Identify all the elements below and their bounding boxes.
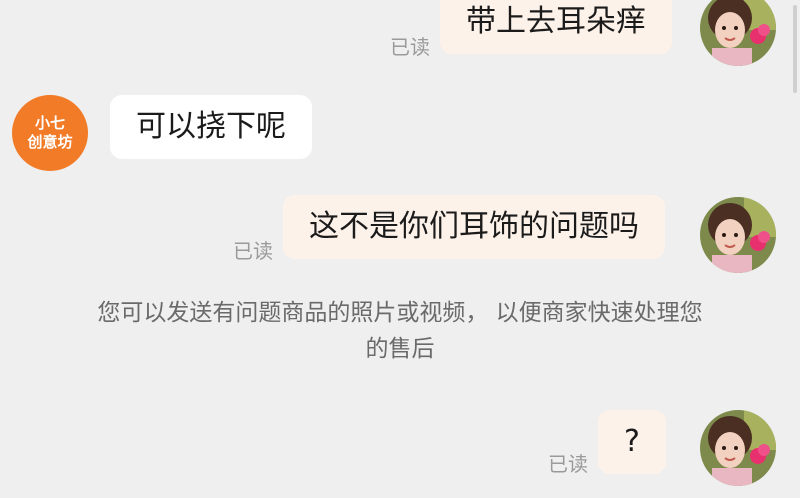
user-avatar-photo-icon — [700, 410, 776, 486]
message-bubble-outgoing[interactable]: 带上去耳朵痒 — [440, 0, 672, 54]
user-avatar-icon[interactable] — [700, 197, 776, 273]
message-text: ? — [624, 424, 640, 459]
read-status: 已读 — [233, 239, 273, 263]
user-avatar-icon[interactable] — [700, 0, 776, 66]
message-row-outgoing: 已读 带上去耳朵痒 — [0, 0, 800, 70]
system-notice: 您可以发送有问题商品的照片或视频， 以便商家快速处理您 的售后 — [50, 295, 750, 367]
read-status: 已读 — [390, 35, 430, 59]
chat-view: 已读 带上去耳朵痒 小七 创意坊 可以挠下呢 已读 这不是你们耳饰的问题吗 您可… — [0, 0, 800, 498]
user-avatar-photo-icon — [700, 0, 776, 66]
shop-avatar-icon[interactable]: 小七 创意坊 — [12, 95, 88, 171]
message-bubble-incoming[interactable]: 可以挠下呢 — [110, 95, 312, 159]
system-notice-line2: 的售后 — [365, 336, 435, 362]
user-avatar-photo-icon — [700, 197, 776, 273]
scrollbar[interactable] — [793, 5, 797, 93]
message-row-incoming: 小七 创意坊 可以挠下呢 — [0, 95, 800, 171]
user-avatar-icon[interactable] — [700, 410, 776, 486]
message-row-outgoing: 已读 这不是你们耳饰的问题吗 — [0, 195, 800, 275]
read-status: 已读 — [548, 452, 588, 476]
message-bubble-outgoing[interactable]: ? — [598, 410, 666, 474]
shop-name-line2: 创意坊 — [27, 133, 73, 151]
system-notice-line1: 您可以发送有问题商品的照片或视频， 以便商家快速处理您 — [97, 300, 703, 326]
message-text: 这不是你们耳饰的问题吗 — [309, 209, 639, 244]
message-bubble-outgoing[interactable]: 这不是你们耳饰的问题吗 — [283, 195, 665, 259]
message-row-outgoing: 已读 ? — [0, 410, 800, 498]
message-text: 可以挠下呢 — [136, 109, 286, 144]
shop-name-line1: 小七 — [34, 114, 65, 132]
message-text: 带上去耳朵痒 — [466, 4, 646, 39]
